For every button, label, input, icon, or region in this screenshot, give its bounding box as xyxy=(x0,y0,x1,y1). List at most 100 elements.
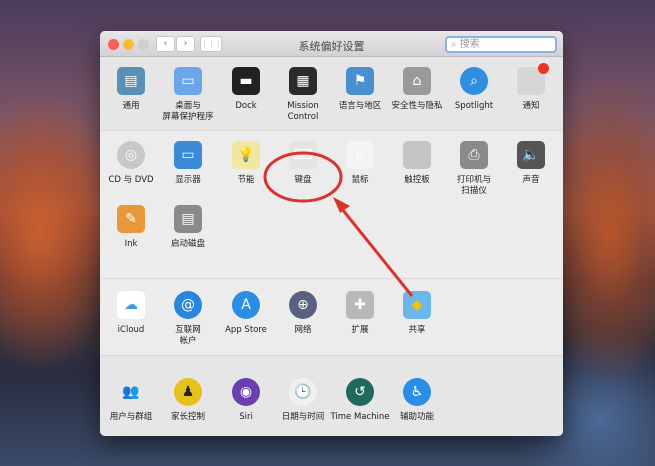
pref-label: 互联网 帐户 xyxy=(175,325,201,346)
pref-label: Time Machine xyxy=(330,412,390,422)
spotlight-icon: ⌕ xyxy=(460,67,488,95)
desktop-icon: ▭ xyxy=(174,67,202,95)
pref-label: 启动磁盘 xyxy=(170,239,205,249)
pane-section: 👥 用户与群组 ♟ 家长控制 ◉ Siri 🕒 日期与时间 ↺ Time Machine ♿ 辅助功能 xyxy=(100,355,563,436)
pref-energy[interactable]: 💡 节能 xyxy=(216,141,276,186)
pref-general[interactable]: ▤ 通用 xyxy=(101,67,161,112)
pref-label: Ink xyxy=(124,239,138,249)
pref-label: 键盘 xyxy=(294,175,312,185)
pref-users-groups[interactable]: 👥 用户与群组 xyxy=(101,378,161,423)
puzzle-icon: ✚ xyxy=(346,291,374,319)
lightbulb-icon: 💡 xyxy=(232,141,260,169)
ink-icon: ✎ xyxy=(117,205,145,233)
general-icon: ▤ xyxy=(117,67,145,95)
pref-label: Mission Control xyxy=(287,101,319,122)
pref-siri[interactable]: ◉ Siri xyxy=(216,378,276,423)
parental-controls-icon: ♟ xyxy=(174,378,202,406)
pref-accessibility[interactable]: ♿ 辅助功能 xyxy=(387,378,447,423)
pref-label: 用户与群组 xyxy=(109,412,153,422)
pref-sharing[interactable]: ◆ 共享 xyxy=(387,291,447,336)
disk-icon: ▤ xyxy=(174,205,202,233)
title-bar: ‹ › ⋮⋮⋮ 系统偏好设置 ⌕ 搜索 xyxy=(100,31,563,57)
pref-time-machine[interactable]: ↺ Time Machine xyxy=(330,378,390,423)
pane-section: ◎ CD 与 DVD ▭ 显示器 💡 节能 ⌨ 键盘 ▯ 鼠标 触控板 ⎙ 打印机与 扫描仪 🔈 声音 ✎ In… xyxy=(100,130,563,278)
globe-icon: ⊕ xyxy=(289,291,317,319)
pref-mission-control[interactable]: ▦ Mission Control xyxy=(273,67,333,123)
pref-dock[interactable]: ▬ Dock xyxy=(216,67,276,112)
pref-label: 家长控制 xyxy=(170,412,205,422)
accessibility-icon: ♿ xyxy=(403,378,431,406)
pref-label: iCloud xyxy=(117,325,145,335)
pref-label: 辅助功能 xyxy=(399,412,434,422)
pref-app-store[interactable]: A App Store xyxy=(216,291,276,336)
pref-icloud[interactable]: ☁ iCloud xyxy=(101,291,161,336)
house-lock-icon: ⌂ xyxy=(403,67,431,95)
pref-ink[interactable]: ✎ Ink xyxy=(101,205,161,250)
clock-icon: 🕒 xyxy=(289,378,317,406)
flag-icon: ⚑ xyxy=(346,67,374,95)
pref-label: 显示器 xyxy=(175,175,201,185)
pref-keyboard[interactable]: ⌨ 键盘 xyxy=(273,141,333,186)
siri-icon: ◉ xyxy=(232,378,260,406)
pref-label: 声音 xyxy=(522,175,540,185)
pref-cd-dvd[interactable]: ◎ CD 与 DVD xyxy=(101,141,161,186)
pref-label: Spotlight xyxy=(454,101,494,111)
system-preferences-window: ‹ › ⋮⋮⋮ 系统偏好设置 ⌕ 搜索 ▤ 通用 ▭ 桌面与 屏幕保护程序 ▬ Dock ▦… xyxy=(100,31,563,436)
pane-section: ☁ iCloud @ 互联网 帐户 A App Store ⊕ 网络 ✚ 扩展 ◆ 共享 xyxy=(100,278,563,355)
pref-label: 通知 xyxy=(522,101,540,111)
pref-label: 打印机与 扫描仪 xyxy=(456,175,491,196)
pref-displays[interactable]: ▭ 显示器 xyxy=(158,141,218,186)
pref-printers[interactable]: ⎙ 打印机与 扫描仪 xyxy=(444,141,504,197)
pref-label: 网络 xyxy=(294,325,312,335)
pref-label: Dock xyxy=(235,101,257,111)
at-icon: @ xyxy=(174,291,202,319)
keyboard-icon: ⌨ xyxy=(289,141,317,169)
pref-label: 鼠标 xyxy=(351,175,369,185)
users-icon: 👥 xyxy=(122,384,140,400)
dock-icon: ▬ xyxy=(232,67,260,95)
pref-language[interactable]: ⚑ 语言与地区 xyxy=(330,67,390,112)
shared-folder-icon: ◆ xyxy=(403,291,431,319)
pref-startup-disk[interactable]: ▤ 启动磁盘 xyxy=(158,205,218,250)
pref-notifications[interactable]: ● 通知 xyxy=(501,63,561,112)
time-machine-icon: ↺ xyxy=(346,378,374,406)
pref-label: 安全性与隐私 xyxy=(391,101,443,111)
pref-trackpad[interactable]: 触控板 xyxy=(387,141,447,186)
pref-label: 通用 xyxy=(122,101,140,111)
trackpad-icon xyxy=(403,141,431,169)
pref-sound[interactable]: 🔈 声音 xyxy=(501,141,561,186)
mouse-icon: ▯ xyxy=(346,141,374,169)
display-icon: ▭ xyxy=(174,141,202,169)
pref-network[interactable]: ⊕ 网络 xyxy=(273,291,333,336)
pref-label: 日期与时间 xyxy=(281,412,325,422)
pref-label: 节能 xyxy=(237,175,255,185)
mission-control-icon: ▦ xyxy=(289,67,317,95)
pref-date-time[interactable]: 🕒 日期与时间 xyxy=(273,378,333,423)
pref-mouse[interactable]: ▯ 鼠标 xyxy=(330,141,390,186)
pref-label: Siri xyxy=(239,412,253,422)
pref-label: 语言与地区 xyxy=(338,101,382,111)
printer-icon: ⎙ xyxy=(460,141,488,169)
app-store-icon: A xyxy=(232,291,260,319)
pref-parental-controls[interactable]: ♟ 家长控制 xyxy=(158,378,218,423)
pref-security[interactable]: ⌂ 安全性与隐私 xyxy=(387,67,447,112)
disc-icon: ◎ xyxy=(117,141,145,169)
pref-extensions[interactable]: ✚ 扩展 xyxy=(330,291,390,336)
notifications-icon: ● xyxy=(517,63,549,95)
notification-badge-icon xyxy=(538,63,549,74)
pref-label: 共享 xyxy=(408,325,426,335)
pref-internet-accounts[interactable]: @ 互联网 帐户 xyxy=(158,291,218,347)
cloud-icon: ☁ xyxy=(117,291,145,319)
pref-label: App Store xyxy=(225,325,267,335)
speaker-icon: 🔈 xyxy=(517,141,545,169)
search-icon: ⌕ xyxy=(451,39,460,50)
search-input[interactable]: ⌕ 搜索 xyxy=(445,36,557,53)
search-placeholder: 搜索 xyxy=(459,39,480,50)
pref-desktop[interactable]: ▭ 桌面与 屏幕保护程序 xyxy=(158,67,218,123)
pref-label: 桌面与 屏幕保护程序 xyxy=(162,101,214,122)
pref-label: 触控板 xyxy=(404,175,430,185)
pref-label: CD 与 DVD xyxy=(108,175,154,185)
pref-spotlight[interactable]: ⌕ Spotlight xyxy=(444,67,504,112)
pref-label: 扩展 xyxy=(351,325,369,335)
pane-section: ▤ 通用 ▭ 桌面与 屏幕保护程序 ▬ Dock ▦ Mission Control ⚑ 语言与地… xyxy=(100,57,563,130)
